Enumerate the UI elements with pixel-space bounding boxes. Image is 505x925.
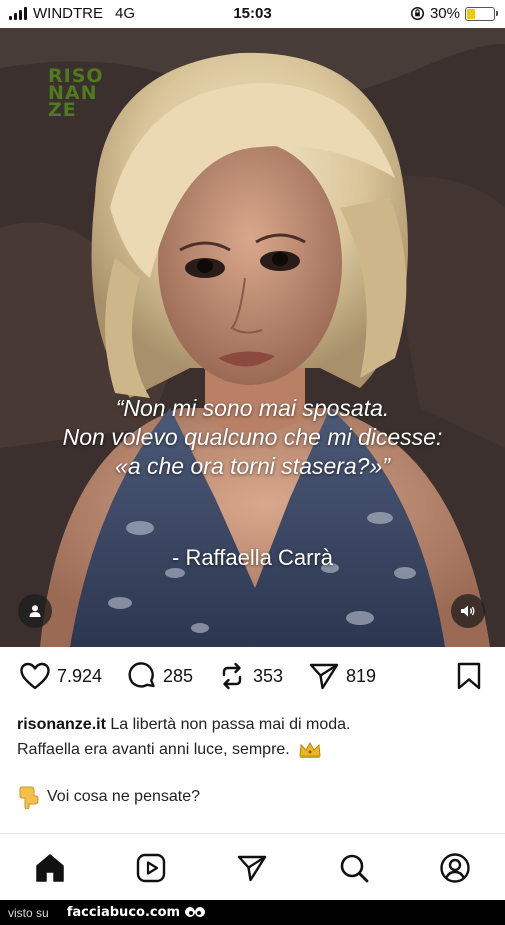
nav-reels[interactable]	[134, 851, 168, 885]
home-icon[interactable]	[34, 852, 66, 884]
post-caption: risonanze.it La libertà non passa mai di…	[17, 712, 492, 762]
caption-question-text: Voi cosa ne pensate?	[47, 788, 201, 805]
battery-percent: 30%	[429, 5, 460, 22]
quote-line: «a che ora torni stasera?»”	[115, 453, 390, 479]
footer-brand-group[interactable]: facciabuco.com	[67, 905, 206, 921]
tagged-users-button[interactable]	[18, 594, 52, 628]
caption-username[interactable]: risonanze.it	[17, 716, 106, 733]
reels-icon[interactable]	[135, 852, 167, 884]
post-actions: 7.924 285 353 819	[0, 661, 505, 701]
quote-author: - Raffaella Carrà	[172, 545, 333, 570]
status-bar: WINDTRE 4G 15:03 30%	[0, 0, 505, 28]
repost-icon[interactable]	[217, 661, 247, 691]
search-icon[interactable]	[338, 852, 370, 884]
like-action[interactable]: 7.924	[19, 661, 102, 691]
caption-text-line1: La libertà non passa mai di moda.	[110, 716, 351, 733]
comment-action[interactable]: 285	[127, 661, 193, 691]
like-count: 7.924	[57, 665, 103, 686]
nav-profile[interactable]	[438, 851, 472, 885]
nav-messages[interactable]	[235, 851, 269, 885]
comment-icon[interactable]	[127, 661, 157, 691]
heart-icon[interactable]	[19, 661, 51, 691]
share-action[interactable]: 819	[308, 661, 376, 691]
bottom-nav	[0, 833, 505, 900]
quote-line: Non volevo qualcuno che mi dicesse:	[62, 424, 443, 450]
battery-icon	[465, 6, 498, 21]
battery-fill	[467, 8, 475, 19]
eyes-logo-icon	[185, 906, 206, 917]
quote-line: “Non mi sono mai sposata.	[115, 395, 390, 421]
profile-icon[interactable]	[439, 852, 471, 884]
caption-question: Voi cosa ne pensate?	[17, 784, 492, 809]
share-count: 819	[346, 665, 377, 686]
footer-visto-su: visto su	[8, 905, 49, 920]
pointing-down-emoji-icon	[19, 786, 39, 809]
status-right: 30%	[410, 5, 498, 22]
bookmark-icon[interactable]	[455, 661, 483, 691]
repost-count: 353	[253, 665, 284, 686]
send-icon[interactable]	[308, 661, 340, 691]
person-icon	[29, 605, 41, 617]
send-icon[interactable]	[236, 852, 268, 884]
save-action[interactable]	[455, 661, 483, 691]
sound-toggle-button[interactable]	[451, 594, 485, 628]
crown-emoji-icon	[299, 741, 321, 758]
watermark-logo: RISO NAN ZE	[48, 65, 104, 121]
caption-text-line2: Raffaella era avanti anni luce, sempre.	[17, 741, 290, 758]
nav-search[interactable]	[337, 851, 371, 885]
repost-action[interactable]: 353	[217, 661, 283, 691]
footer-brand[interactable]: facciabuco.com	[67, 905, 180, 920]
site-footer: visto su facciabuco.com	[0, 900, 505, 925]
comment-count: 285	[163, 665, 194, 686]
nav-home[interactable]	[33, 851, 67, 885]
speaker-icon	[461, 605, 475, 617]
rotation-lock-icon	[410, 6, 425, 21]
post-image[interactable]: RISO NAN ZE “Non mi sono mai sposata. No…	[0, 28, 505, 647]
quote-text: “Non mi sono mai sposata. Non volevo qua…	[10, 394, 495, 481]
